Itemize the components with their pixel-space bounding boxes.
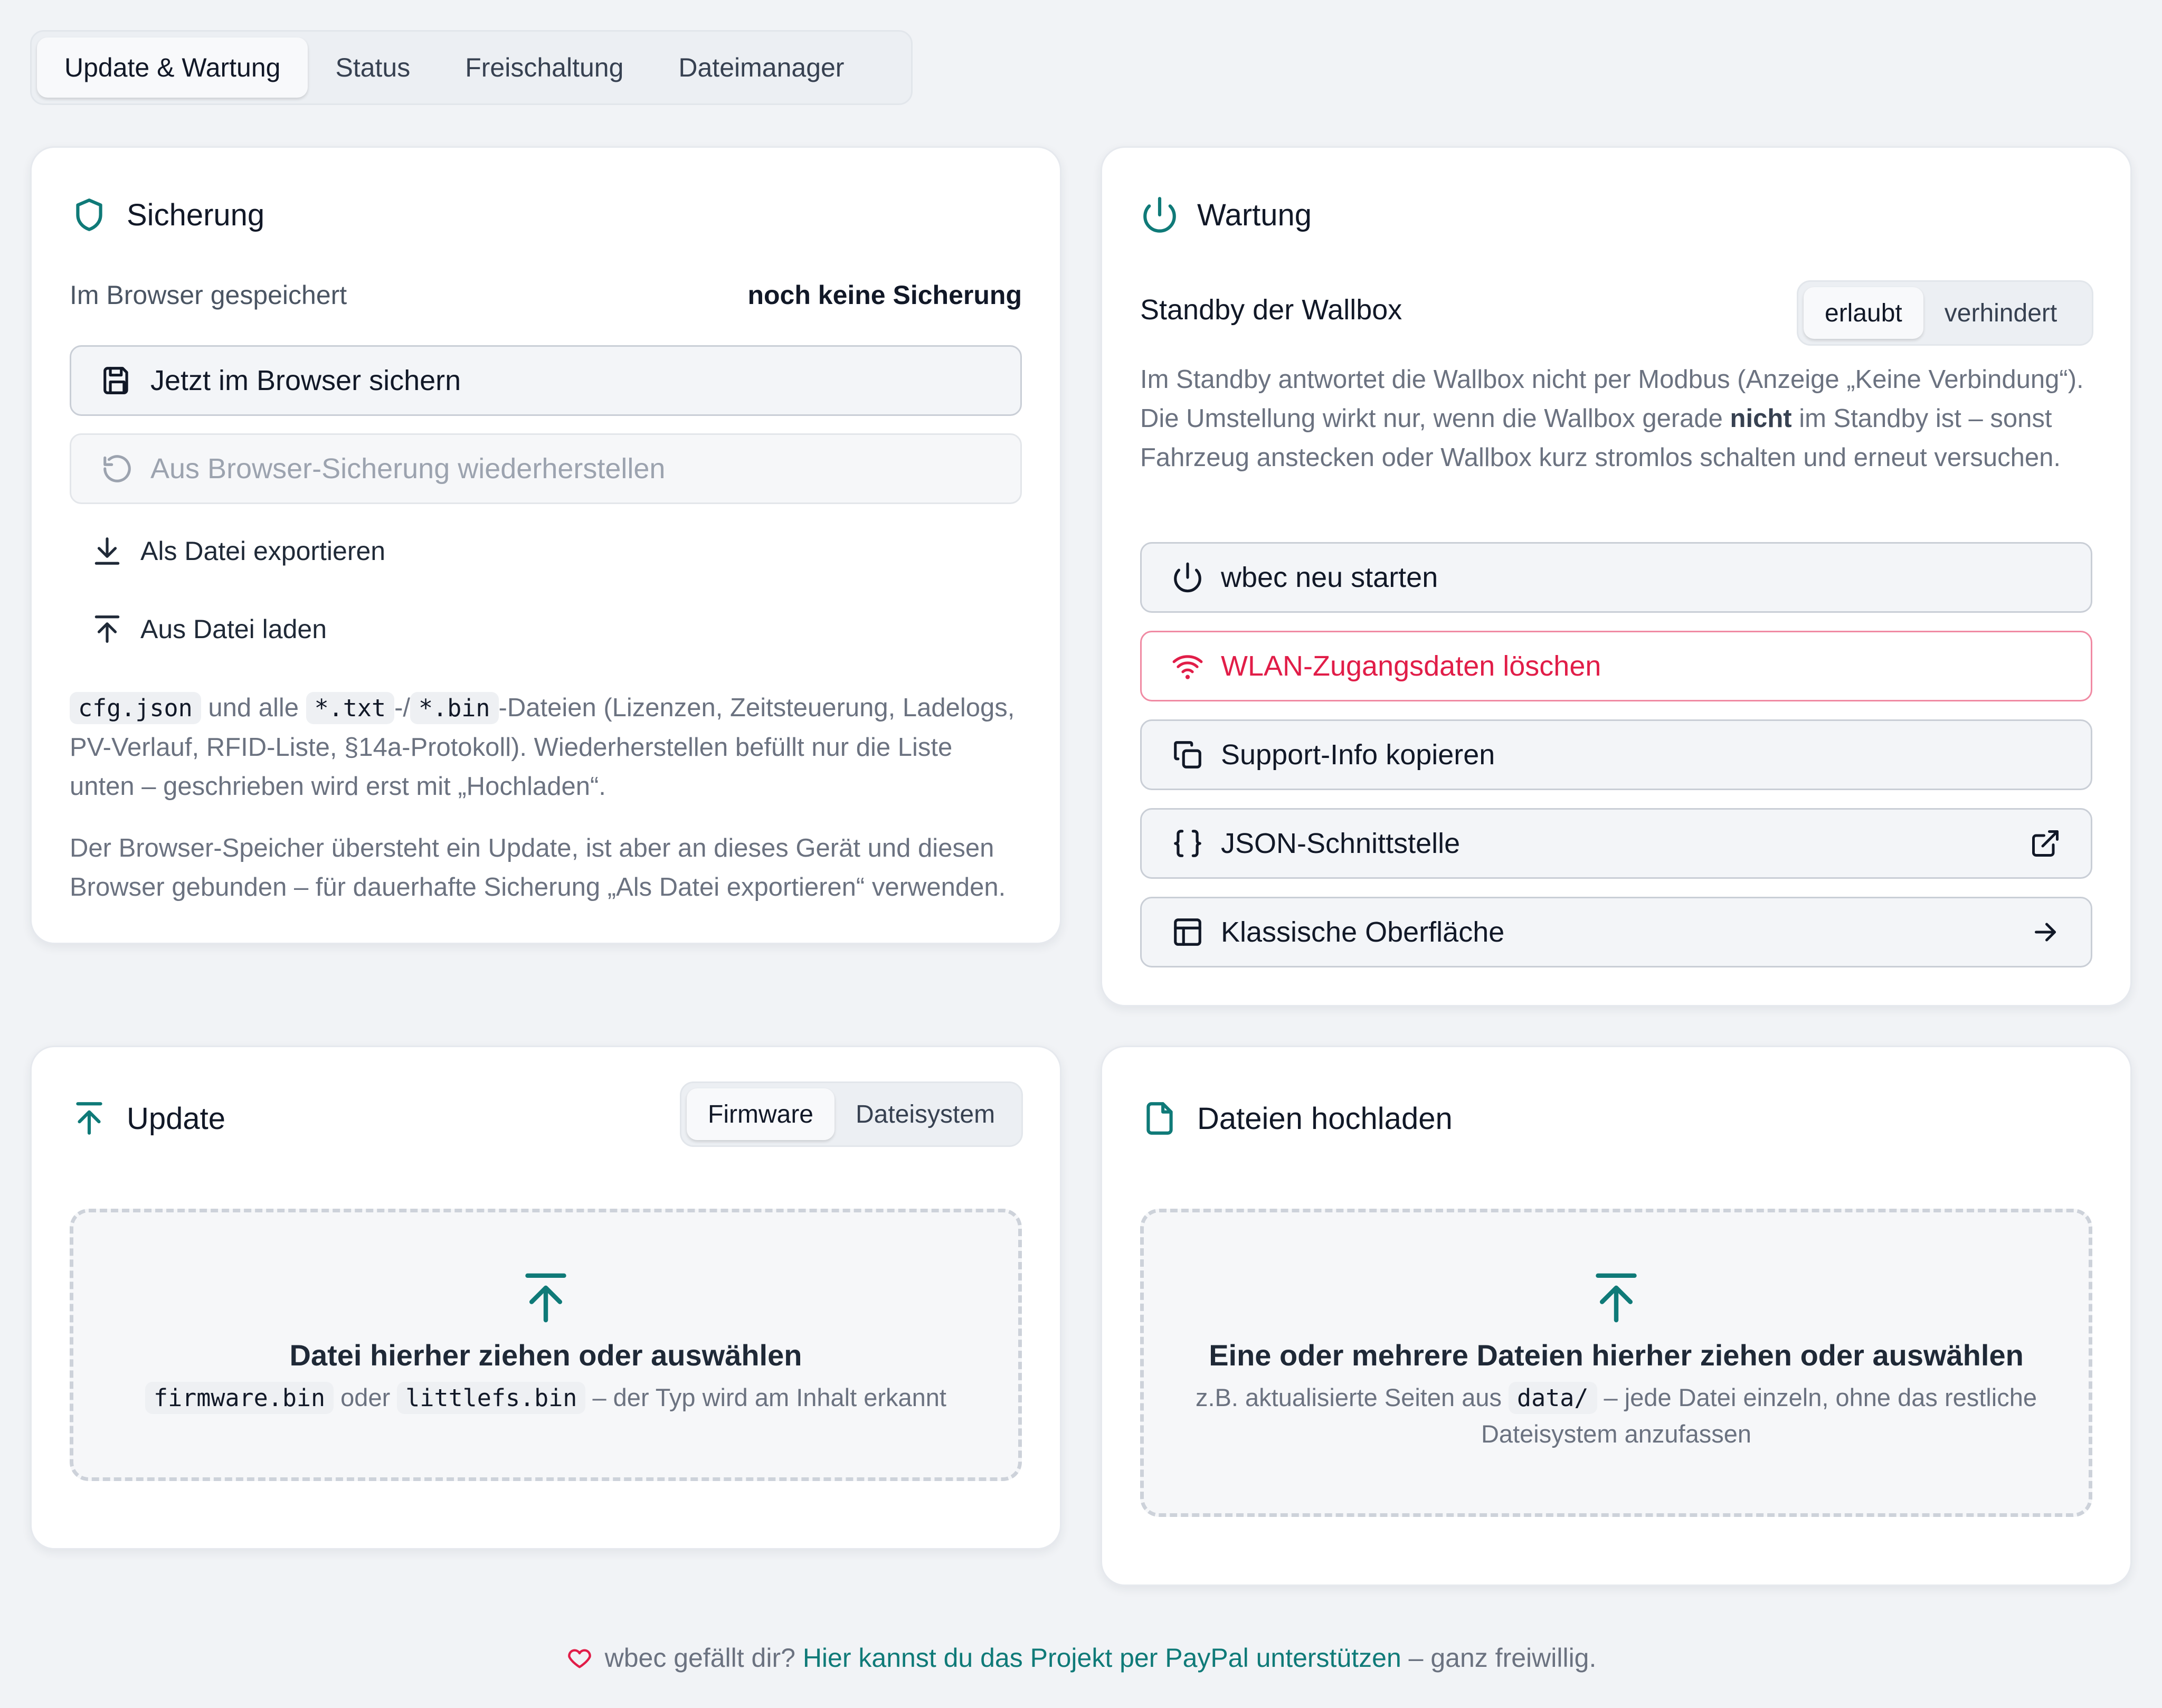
update-option-firmware[interactable]: Firmware [687,1088,835,1140]
save-icon [103,367,128,394]
wartung-card: Wartung Standby der Wallbox erlaubt verh… [1101,146,2132,1007]
files-drop-zone[interactable]: Eine oder mehrere Dateien hierher ziehen… [1140,1209,2092,1517]
restore-from-browser-label: Aus Browser-Sicherung wiederherstellen [150,453,666,485]
tab-status[interactable]: Status [308,37,438,98]
hint-text: z.B. aktualisierte Seiten aus [1196,1383,1509,1411]
classic-ui-button[interactable]: Klassische Oberfläche [1140,897,2092,967]
main-tab-bar: Update & Wartung Status Freischaltung Da… [30,30,913,105]
copy-icon [1174,741,1201,768]
file-icon [1146,1102,1173,1135]
hint-text: – der Typ wird am Inhalt erkannt [585,1383,946,1411]
restore-icon [103,455,131,482]
tab-update-wartung[interactable]: Update & Wartung [37,37,308,98]
wifi-reset-label: WLAN-Zugangsdaten löschen [1221,650,1601,682]
standby-label: Standby der Wallbox [1140,294,1402,326]
load-file-label: Aus Datei laden [140,614,327,644]
cfg-json-code: cfg.json [70,692,201,724]
layout-icon [1174,918,1201,946]
update-type-toggle: Firmware Dateisystem [680,1081,1023,1147]
littlefs-bin-code: littlefs.bin [397,1382,586,1414]
copy-support-info-label: Support-Info kopieren [1221,739,1495,771]
wartung-title: Wartung [1197,197,1312,232]
standby-option-verhindert[interactable]: verhindert [1923,287,2078,339]
browser-backup-value: noch keine Sicherung [747,280,1022,310]
arrow-right-icon [2035,923,2056,942]
sicherung-card: Sicherung Im Browser gespeichert noch ke… [30,146,1061,944]
update-card: Update Firmware Dateisystem Datei hierhe… [30,1046,1061,1550]
upload-icon [76,1102,102,1135]
json-api-button[interactable]: JSON-Schnittstelle [1140,808,2092,879]
heart-icon [567,1649,591,1668]
wifi-reset-button[interactable]: WLAN-Zugangsdaten löschen [1140,631,2092,701]
backup-files-note: cfg.json und alle *.txt -/*.bin -Dateien (… [70,688,1022,806]
load-file-link[interactable]: Aus Datei laden [70,613,327,646]
footer: wbec gefällt dir? Hier kannst du das Pro… [0,1643,2162,1673]
copy-support-info-button[interactable]: Support-Info kopieren [1140,719,2092,790]
tab-freischaltung[interactable]: Freischaltung [438,37,651,98]
wifi-icon [1172,655,1203,679]
download-icon [94,537,120,565]
json-api-label: JSON-Schnittstelle [1221,828,1461,859]
braces-icon [1174,830,1201,857]
upload-icon [1596,1273,1637,1323]
export-file-label: Als Datei exportieren [140,536,386,566]
restart-button[interactable]: wbec neu starten [1140,542,2092,613]
desc-bold: nicht [1730,404,1792,433]
footer-text: wbec gefällt dir? [604,1643,803,1673]
browser-storage-note: Der Browser-Speicher übersteht ein Updat… [70,834,1006,902]
firmware-drop-hint: firmware.bin oder littlefs.bin – der Typ… [103,1380,989,1416]
files-drop-hint: z.B. aktualisierte Seiten aus data/ – je… [1144,1380,2089,1452]
bin-code: *.bin [410,692,499,724]
external-link-icon [2032,830,2059,857]
wartung-header: Wartung [1140,195,1312,234]
upload-icon [94,615,120,643]
upload-files-header: Dateien hochladen [1140,1099,1453,1138]
shield-icon [76,198,102,231]
export-file-link[interactable]: Als Datei exportieren [70,535,385,567]
tab-dateimanager[interactable]: Dateimanager [651,37,871,98]
upload-icon [525,1273,566,1323]
footer-text-end: – ganz freiwillig. [1401,1643,1597,1673]
hint-text: oder [334,1383,397,1411]
firmware-bin-code: firmware.bin [145,1382,334,1414]
update-option-dateisystem[interactable]: Dateisystem [835,1088,1016,1140]
browser-backup-label: Im Browser gespeichert [70,280,347,310]
standby-description: Im Standby antwortet die Wallbox nicht p… [1140,360,2092,477]
note-text: und alle [201,694,306,722]
classic-ui-label: Klassische Oberfläche [1221,916,1505,948]
upload-files-title: Dateien hochladen [1197,1101,1453,1136]
save-in-browser-label: Jetzt im Browser sichern [150,365,461,396]
update-header: Update [70,1099,225,1138]
sicherung-title: Sicherung [127,197,265,232]
restart-label: wbec neu starten [1221,562,1438,593]
firmware-drop-zone[interactable]: Datei hierher ziehen oder auswählen firm… [70,1209,1022,1481]
note-text: -/ [394,694,411,722]
firmware-drop-title: Datei hierher ziehen oder auswählen [289,1339,802,1372]
standby-option-erlaubt[interactable]: erlaubt [1804,287,1923,339]
files-drop-title: Eine oder mehrere Dateien hierher ziehen… [1209,1339,2024,1372]
standby-toggle: erlaubt verhindert [1797,280,2093,346]
save-in-browser-button[interactable]: Jetzt im Browser sichern [70,345,1022,416]
power-icon [1174,562,1201,593]
power-icon [1143,197,1176,233]
update-title: Update [127,1101,226,1136]
data-dir-code: data/ [1509,1382,1597,1414]
browser-backup-status: Im Browser gespeichert noch keine Sicher… [70,280,1022,310]
txt-code: *.txt [306,692,395,724]
paypal-support-link[interactable]: Hier kannst du das Projekt per PayPal un… [803,1643,1401,1673]
restore-from-browser-button[interactable]: Aus Browser-Sicherung wiederherstellen [70,433,1022,504]
upload-files-card: Dateien hochladen Eine oder mehrere Date… [1101,1046,2132,1586]
sicherung-header: Sicherung [70,195,264,234]
